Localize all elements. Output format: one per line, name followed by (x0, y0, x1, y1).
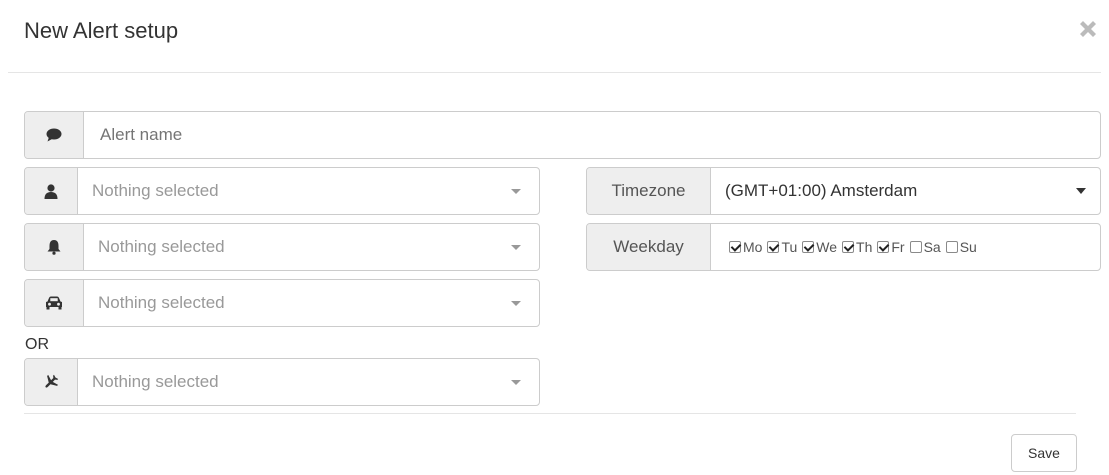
vehicle-select-value: Nothing selected (84, 280, 511, 326)
user-select-text: Nothing selected (92, 181, 219, 200)
user-select-value: Nothing selected (78, 168, 511, 214)
weekday-mo[interactable]: Mo (729, 239, 762, 255)
timezone-select[interactable]: Timezone (GMT+01:00) Amsterdam (586, 167, 1101, 215)
weekday-options: Mo Tu We Th Fr Sa Su (711, 224, 1100, 270)
chevron-down-icon (511, 379, 521, 385)
day-label: Sa (923, 239, 941, 255)
timezone-label: Timezone (587, 168, 711, 214)
checkbox[interactable] (842, 241, 855, 253)
day-label: Mo (743, 239, 763, 255)
flight-select-value: Nothing selected (78, 359, 511, 405)
alarm-select[interactable]: Nothing selected (24, 223, 540, 271)
car-icon (25, 280, 84, 326)
chevron-down-icon (1076, 188, 1086, 194)
flight-select[interactable]: Nothing selected (24, 358, 540, 406)
alert-name-group (24, 111, 1101, 159)
checkbox[interactable] (729, 241, 741, 253)
save-button[interactable]: Save (1011, 434, 1077, 472)
close-icon[interactable] (1077, 18, 1099, 40)
weekday-sa[interactable]: Sa (909, 239, 941, 255)
chevron-down-icon (511, 300, 521, 306)
chevron-down-icon (511, 188, 521, 194)
checkbox[interactable] (909, 241, 922, 253)
checkbox[interactable] (945, 241, 958, 253)
weekday-su[interactable]: Su (945, 239, 977, 255)
modal-title: New Alert setup (24, 18, 179, 43)
user-select[interactable]: Nothing selected (24, 167, 540, 215)
chevron-down-icon (511, 244, 521, 250)
day-label: We (816, 239, 838, 255)
vehicle-select-text: Nothing selected (98, 293, 225, 312)
timezone-select-value: (GMT+01:00) Amsterdam (711, 168, 1076, 214)
user-icon (25, 168, 78, 214)
checkbox[interactable] (802, 241, 815, 253)
bell-icon (25, 224, 84, 270)
weekday-fr[interactable]: Fr (877, 239, 905, 255)
checkbox[interactable] (877, 241, 890, 253)
weekday-tu[interactable]: Tu (767, 239, 797, 255)
day-label: Su (959, 239, 977, 255)
vehicle-select[interactable]: Nothing selected (24, 279, 540, 327)
weekday-we[interactable]: We (802, 239, 837, 255)
alert-name-input[interactable] (84, 112, 1100, 158)
alarm-select-text: Nothing selected (98, 237, 225, 256)
day-label: Tu (781, 239, 798, 255)
day-label: Fr (891, 239, 905, 255)
checkbox[interactable] (767, 241, 780, 253)
timezone-value: (GMT+01:00) Amsterdam (725, 181, 918, 200)
weekday-group: Weekday Mo Tu We Th Fr Sa Su (586, 223, 1101, 271)
or-label: OR (25, 336, 49, 353)
header-divider (8, 72, 1101, 73)
day-label: Th (856, 239, 873, 255)
alarm-select-value: Nothing selected (84, 224, 511, 270)
footer-divider (24, 413, 1076, 414)
flight-select-text: Nothing selected (92, 372, 219, 391)
plane-icon (25, 359, 78, 405)
weekday-th[interactable]: Th (842, 239, 872, 255)
comment-icon (25, 112, 84, 158)
weekday-label: Weekday (587, 224, 711, 270)
